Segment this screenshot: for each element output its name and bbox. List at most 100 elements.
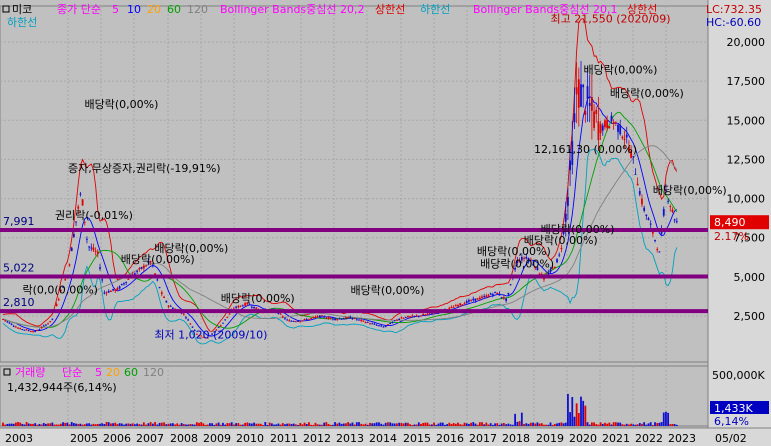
volume-bar [625, 423, 628, 426]
volume-bar [286, 423, 289, 426]
volume-bar [665, 411, 667, 426]
volume-bar [325, 422, 328, 426]
volume-bar [224, 424, 227, 426]
volume-bar [255, 423, 258, 426]
candle-body [409, 316, 412, 318]
candle-body [498, 293, 501, 296]
volume-bar [424, 422, 427, 426]
candle-body [235, 306, 238, 308]
volume-bar [90, 424, 93, 426]
volume-bar [366, 424, 369, 426]
candle-body [10, 323, 13, 325]
candle-body [29, 331, 32, 333]
volume-bar [336, 423, 339, 426]
candle-body [286, 319, 289, 321]
level-label: 5,022 [3, 262, 35, 275]
volume-bar [614, 422, 617, 426]
volume-bar [584, 405, 587, 426]
candle-body [398, 318, 401, 320]
candle-body [505, 298, 508, 301]
volume-bar [409, 424, 412, 426]
candle-body [36, 330, 39, 332]
volume-bar [239, 424, 242, 426]
volume-bar [446, 424, 449, 426]
volume-bar [75, 423, 77, 426]
candle-body [314, 316, 317, 318]
candle-body [120, 283, 123, 286]
volume-bar [353, 424, 356, 426]
volume-bar [351, 422, 354, 426]
volume-bar [643, 422, 646, 426]
candle-body [17, 327, 19, 329]
candle-body [347, 317, 350, 319]
volume-bar [262, 424, 264, 426]
candle-body [373, 323, 376, 325]
volume-bar [562, 423, 565, 426]
volume-bar [140, 424, 143, 426]
volume-bar [514, 413, 516, 426]
candle-body [411, 315, 414, 317]
x-tick-label: 2007 [136, 432, 164, 445]
volume-bar [532, 422, 534, 426]
volume-bar [154, 422, 156, 426]
candle-body [452, 306, 455, 308]
candle-body [99, 267, 101, 269]
event-annotation: 배당락(0,00%) [121, 253, 195, 266]
legend-bollinger: Bollinger Bands중심선 20,2 [220, 3, 365, 16]
volume-bar [299, 423, 302, 426]
candle-body [597, 121, 600, 141]
candle-body [323, 316, 326, 318]
volume-bar [558, 422, 561, 426]
volume-bar [487, 424, 490, 426]
candle-body [586, 86, 589, 99]
volume-current: 1,432,944주(6,14%) [7, 381, 117, 394]
volume-bar [103, 424, 106, 426]
volume-title: 거래량 [15, 366, 45, 379]
volume-bar [334, 422, 336, 426]
volume-bar [651, 424, 654, 426]
candle-body [355, 319, 358, 321]
volume-bar [362, 424, 365, 426]
price-panel [0, 5, 709, 363]
volume-bar [129, 423, 132, 426]
candle-body [420, 315, 422, 317]
volume-bar [292, 423, 295, 426]
volume-bar [371, 423, 374, 426]
volume-ma-prefix: 단순 [62, 366, 82, 379]
volume-bar [81, 424, 84, 426]
candle-body [19, 328, 22, 330]
volume-bar [127, 423, 130, 426]
candle-body [349, 316, 352, 319]
volume-bar [321, 424, 323, 426]
legend-ma60: 60 [167, 3, 181, 16]
volume-bar [545, 424, 548, 426]
volume-bar [505, 424, 508, 426]
volume-bar [147, 423, 150, 426]
candle-body [638, 191, 641, 195]
candle-body [136, 270, 139, 272]
volume-bar [53, 424, 56, 426]
candle-body [327, 317, 330, 319]
volume-bar [193, 424, 196, 426]
volume-bar [420, 423, 422, 426]
candle-body [463, 303, 466, 305]
volume-ma60: 60 [124, 366, 138, 379]
volume-bar [125, 423, 128, 426]
volume-bar [165, 424, 168, 426]
volume-bar [29, 423, 32, 426]
volume-bar [516, 421, 519, 426]
candle-body [171, 307, 174, 309]
volume-bar [457, 422, 459, 426]
volume-bar [45, 423, 47, 426]
candle-body [47, 323, 49, 325]
volume-bar [19, 422, 22, 426]
volume-bar [422, 423, 425, 426]
current-change: 2.17% [714, 230, 749, 243]
volume-bar [580, 396, 582, 426]
volume-bar [461, 424, 464, 426]
candle-body [606, 119, 609, 128]
candle-body [538, 273, 541, 275]
volume-bar [77, 423, 80, 426]
candle-body [140, 267, 143, 269]
volume-bar [314, 422, 317, 426]
